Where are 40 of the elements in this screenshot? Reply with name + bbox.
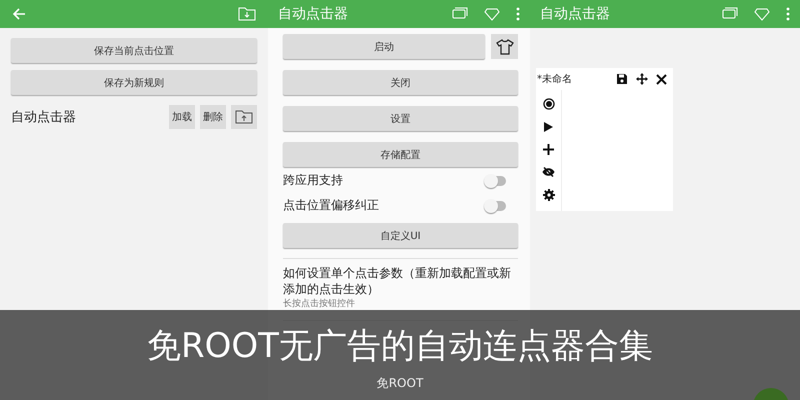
action-button[interactable]: 保存当前点击位置	[11, 38, 257, 63]
action-button[interactable]: 关闭	[283, 70, 518, 95]
diamond-icon[interactable]	[484, 7, 500, 21]
app-title: 自动点击器	[540, 5, 610, 23]
toggle-label: 跨应用支持	[283, 172, 343, 189]
plus-icon[interactable]	[543, 144, 554, 155]
action-button[interactable]: 存储配置	[283, 142, 518, 167]
folder-download-icon[interactable]	[238, 7, 256, 21]
menu-icon[interactable]	[516, 7, 520, 21]
hidden-eye-icon[interactable]	[542, 167, 555, 177]
help-title: 如何设置单个点击参数（重新加载配置或新添加的点击生效）	[283, 265, 512, 297]
action-button[interactable]: 保存为新规则	[11, 70, 257, 95]
move-icon[interactable]	[636, 73, 648, 85]
start-button[interactable]: 启动	[283, 34, 485, 59]
rule-button[interactable]: 加载	[169, 105, 195, 129]
play-icon[interactable]	[544, 122, 553, 132]
record-icon[interactable]	[542, 98, 554, 110]
back-icon[interactable]	[12, 7, 26, 21]
save-icon[interactable]	[616, 73, 628, 85]
close-icon[interactable]	[656, 74, 667, 84]
settings-icon[interactable]	[542, 189, 554, 201]
action-button[interactable]: 设置	[283, 106, 518, 131]
chat-icon[interactable]	[452, 7, 468, 21]
upload-button[interactable]	[231, 105, 257, 129]
chat-icon[interactable]	[722, 7, 738, 21]
folder-upload-icon	[235, 110, 253, 124]
custom-ui-button[interactable]: 自定义UI	[283, 223, 518, 248]
menu-icon[interactable]	[786, 7, 790, 21]
rule-name: 自动点击器	[11, 109, 76, 126]
caption-title: 免ROOT无广告的自动连点器合集	[147, 326, 653, 366]
toggle-switch[interactable]	[486, 176, 506, 186]
panel-title: *未命名	[537, 72, 572, 86]
help-subtitle: 长按点击按钮控件	[283, 298, 356, 310]
caption-subtitle: 免ROOT	[376, 375, 424, 392]
rule-button[interactable]: 删除	[200, 105, 226, 129]
toggle-switch[interactable]	[486, 200, 506, 210]
toggle-label: 点击位置偏移纠正	[283, 197, 379, 214]
app-title: 自动点击器	[278, 5, 348, 23]
theme-button[interactable]	[491, 34, 518, 59]
diamond-icon[interactable]	[754, 7, 770, 21]
